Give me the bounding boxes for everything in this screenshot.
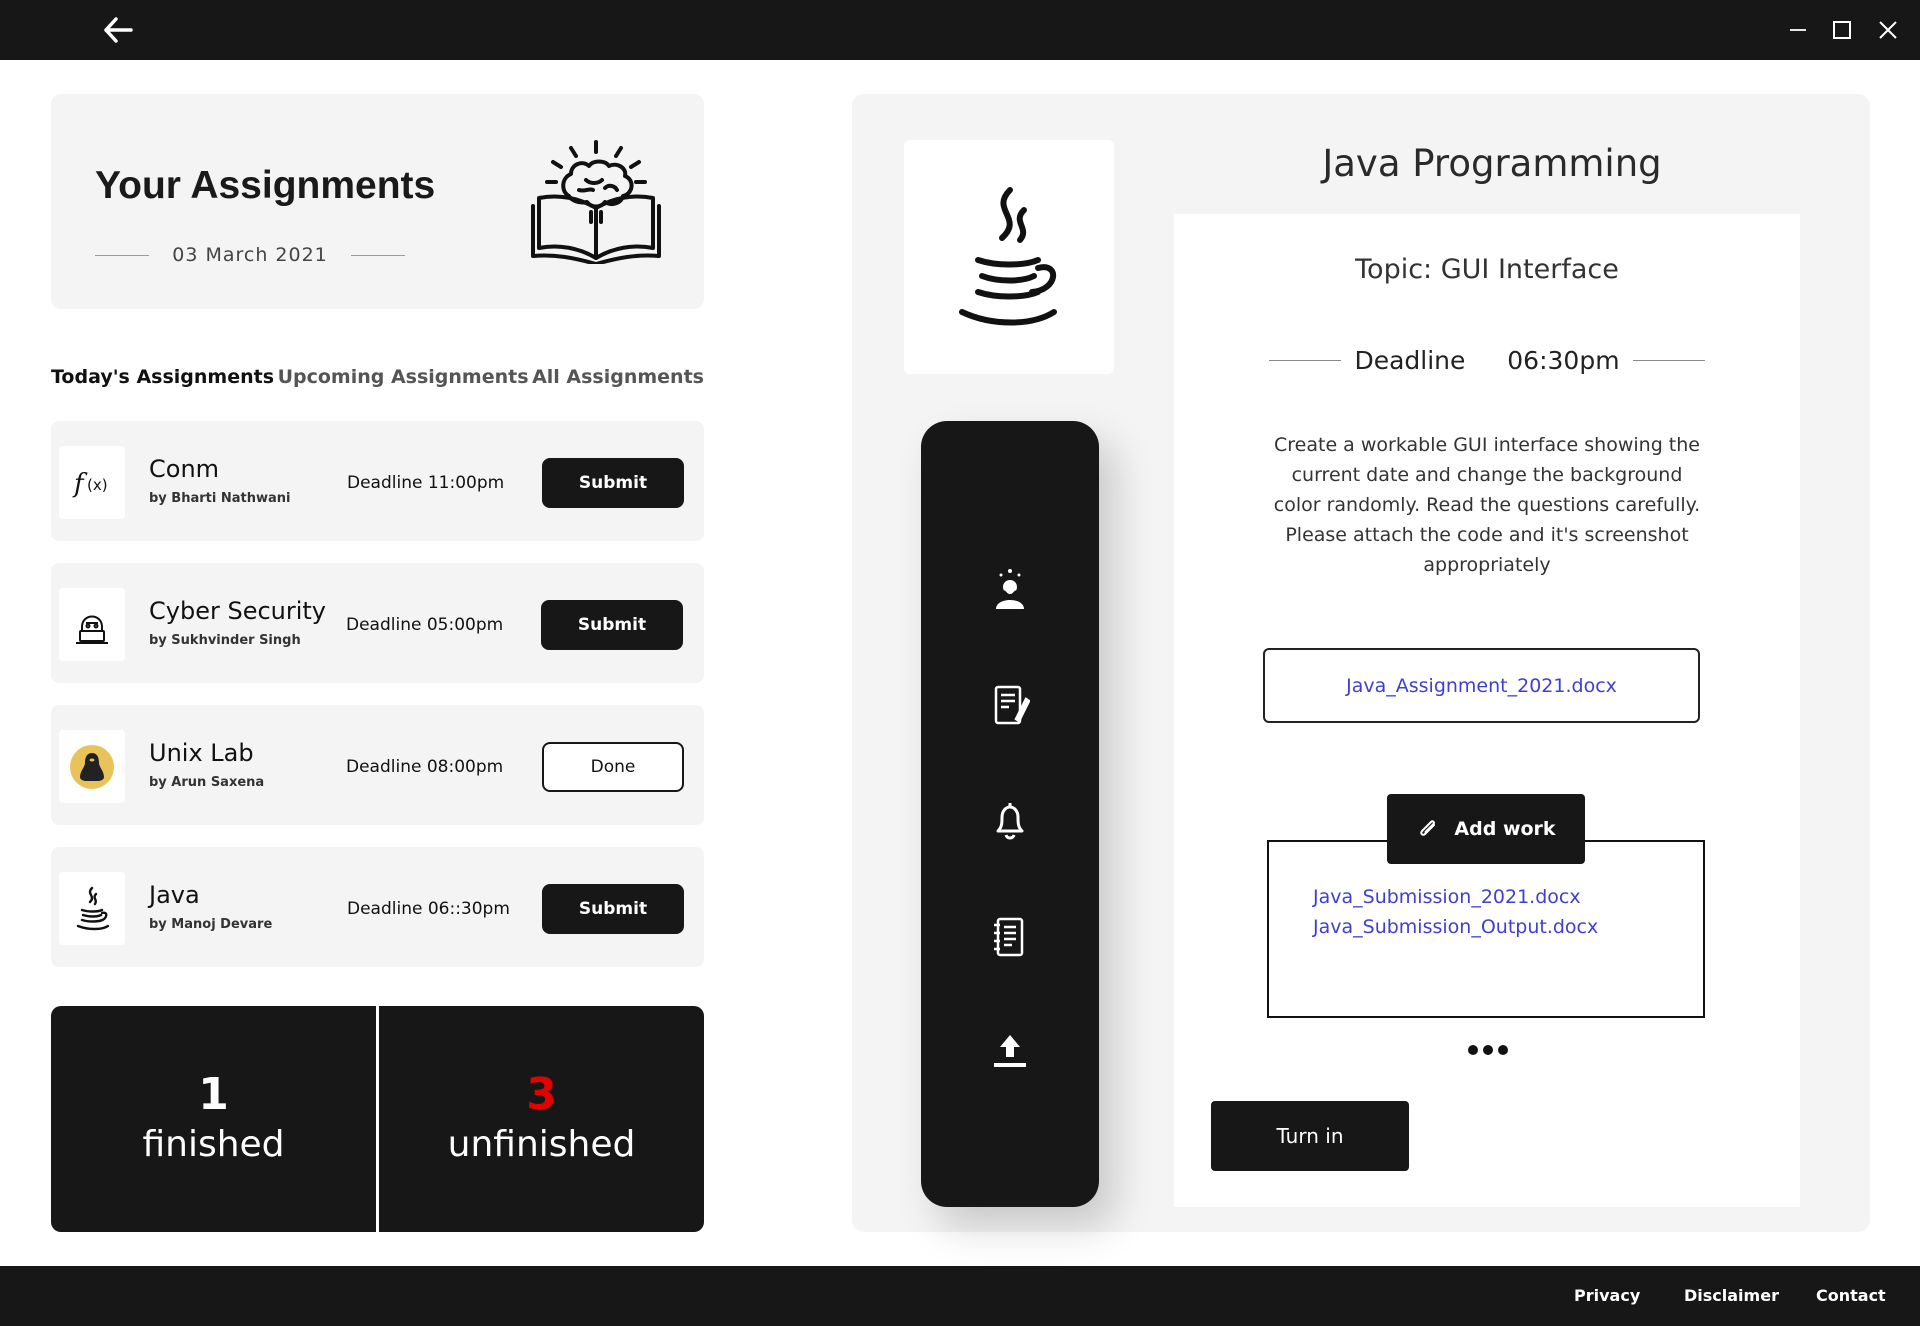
back-button[interactable] xyxy=(100,12,136,48)
assignment-deadline: Deadline 08:00pm xyxy=(346,757,504,777)
tab-todays-assignments[interactable]: Today's Assignments xyxy=(51,366,274,394)
assignment-title: Unix Lab xyxy=(149,739,254,767)
java-cup-icon xyxy=(959,187,1057,326)
hacker-icon xyxy=(59,588,125,661)
minimize-button[interactable] xyxy=(1782,14,1814,46)
upload-icon[interactable] xyxy=(980,1021,1040,1081)
finished-label: finished xyxy=(142,1124,285,1165)
dot xyxy=(1498,1045,1508,1055)
date-row: 03 March 2021 xyxy=(95,240,405,270)
add-work-label: Add work xyxy=(1454,818,1556,840)
divider xyxy=(351,254,405,256)
deadline-time: 06:30pm xyxy=(1507,345,1620,375)
close-button[interactable] xyxy=(1872,14,1904,46)
assignment-card-java[interactable]: Java by Manoj Devare Deadline 06::30pm S… xyxy=(51,847,704,967)
maximize-icon xyxy=(1833,21,1851,39)
finished-count: 1 xyxy=(198,1069,229,1121)
java-cup-icon xyxy=(59,872,125,945)
assignment-deadline: Deadline 11:00pm xyxy=(347,473,505,493)
assignment-title: Cyber Security xyxy=(149,597,327,625)
paperclip-icon xyxy=(1420,820,1436,836)
assignment-teacher: by Sukhvinder Singh xyxy=(149,633,301,648)
tab-upcoming-assignments[interactable]: Upcoming Assignments xyxy=(278,366,529,394)
footer-contact-link[interactable]: Contact xyxy=(1816,1286,1886,1305)
finished-stat: 1 finished xyxy=(51,1006,376,1232)
dot xyxy=(1468,1045,1478,1055)
divider xyxy=(1633,359,1705,361)
linux-penguin-icon xyxy=(59,730,125,803)
assignment-card-unix-lab[interactable]: Unix Lab by Arun Saxena Deadline 08:00pm… xyxy=(51,705,704,825)
unfinished-count: 3 xyxy=(526,1069,557,1121)
deadline-row: Deadline 06:30pm xyxy=(1269,342,1705,378)
page-title: Your Assignments xyxy=(95,164,436,207)
unfinished-label: unfinished xyxy=(447,1124,636,1165)
assignment-stats: 1 finished 3 unfinished xyxy=(51,1006,704,1232)
add-work-button[interactable]: Add work xyxy=(1387,794,1585,864)
submit-button[interactable]: Submit xyxy=(541,600,683,650)
assignment-teacher: by Arun Saxena xyxy=(149,775,265,790)
assignment-attachment-link[interactable]: Java_Assignment_2021.docx xyxy=(1263,648,1700,723)
unfinished-stat: 3 unfinished xyxy=(379,1006,704,1232)
assignment-title: Java Programming xyxy=(1322,142,1662,185)
brain-book-icon xyxy=(531,140,661,264)
submission-file-link[interactable]: Java_Submission_2021.docx xyxy=(1313,886,1581,908)
java-logo xyxy=(904,140,1114,374)
footer-disclaimer-link[interactable]: Disclaimer xyxy=(1684,1286,1779,1305)
close-icon xyxy=(1879,21,1897,39)
assignment-content: Topic: GUI Interface Deadline 06:30pm Cr… xyxy=(1174,214,1800,1207)
assignment-topic: Topic: GUI Interface xyxy=(1355,254,1619,285)
turn-in-button[interactable]: Turn in xyxy=(1211,1101,1409,1171)
svg-text:f: f xyxy=(72,469,88,499)
current-date: 03 March 2021 xyxy=(172,244,328,266)
assignment-tabs: Today's Assignments Upcoming Assignments… xyxy=(51,366,704,394)
assignment-teacher: by Manoj Devare xyxy=(149,917,273,932)
more-dots-icon[interactable] xyxy=(1468,1040,1508,1060)
title-bar xyxy=(0,0,1920,60)
submission-file-link[interactable]: Java_Submission_Output.docx xyxy=(1313,916,1598,938)
assignment-deadline: Deadline 06::30pm xyxy=(347,899,510,919)
assignment-description: Create a workable GUI interface showing … xyxy=(1273,434,1701,576)
minimize-icon xyxy=(1790,29,1806,31)
thinking-person-icon[interactable] xyxy=(980,559,1040,619)
bell-icon[interactable] xyxy=(980,791,1040,851)
divider xyxy=(95,254,149,256)
footer: Privacy Disclaimer Contact xyxy=(0,1266,1920,1326)
maximize-button[interactable] xyxy=(1826,14,1858,46)
arrow-left-icon xyxy=(104,17,133,43)
footer-privacy-link[interactable]: Privacy xyxy=(1574,1286,1640,1305)
assignment-teacher: by Bharti Nathwani xyxy=(149,491,291,506)
submission-box: Java_Submission_2021.docx Java_Submissio… xyxy=(1267,840,1705,1018)
assignment-deadline: Deadline 05:00pm xyxy=(346,615,504,635)
done-button[interactable]: Done xyxy=(542,742,684,792)
deadline-label: Deadline xyxy=(1354,345,1466,375)
svg-text:(x): (x) xyxy=(87,476,108,494)
assignments-header-card: Your Assignments 03 March 2021 xyxy=(51,94,704,309)
dot xyxy=(1483,1045,1493,1055)
deadline-text: Deadline 06:30pm xyxy=(1341,346,1633,375)
assignment-card-conm[interactable]: f (x) Conm by Bharti Nathwani Deadline 11… xyxy=(51,421,704,541)
divider xyxy=(1269,359,1341,361)
function-icon: f (x) xyxy=(59,446,125,519)
submit-button[interactable]: Submit xyxy=(542,884,684,934)
assignment-title: Conm xyxy=(149,455,220,483)
tab-all-assignments[interactable]: All Assignments xyxy=(532,366,704,394)
submit-button[interactable]: Submit xyxy=(542,458,684,508)
side-navigation xyxy=(921,421,1099,1207)
assignment-sheet-icon[interactable] xyxy=(980,675,1040,735)
assignment-card-cyber-security[interactable]: Cyber Security by Sukhvinder Singh Deadl… xyxy=(51,563,704,683)
assignment-detail-panel: Java Programming Topic: GUI Interface De… xyxy=(852,94,1870,1232)
notebook-icon[interactable] xyxy=(980,907,1040,967)
assignment-title: Java xyxy=(149,881,200,909)
